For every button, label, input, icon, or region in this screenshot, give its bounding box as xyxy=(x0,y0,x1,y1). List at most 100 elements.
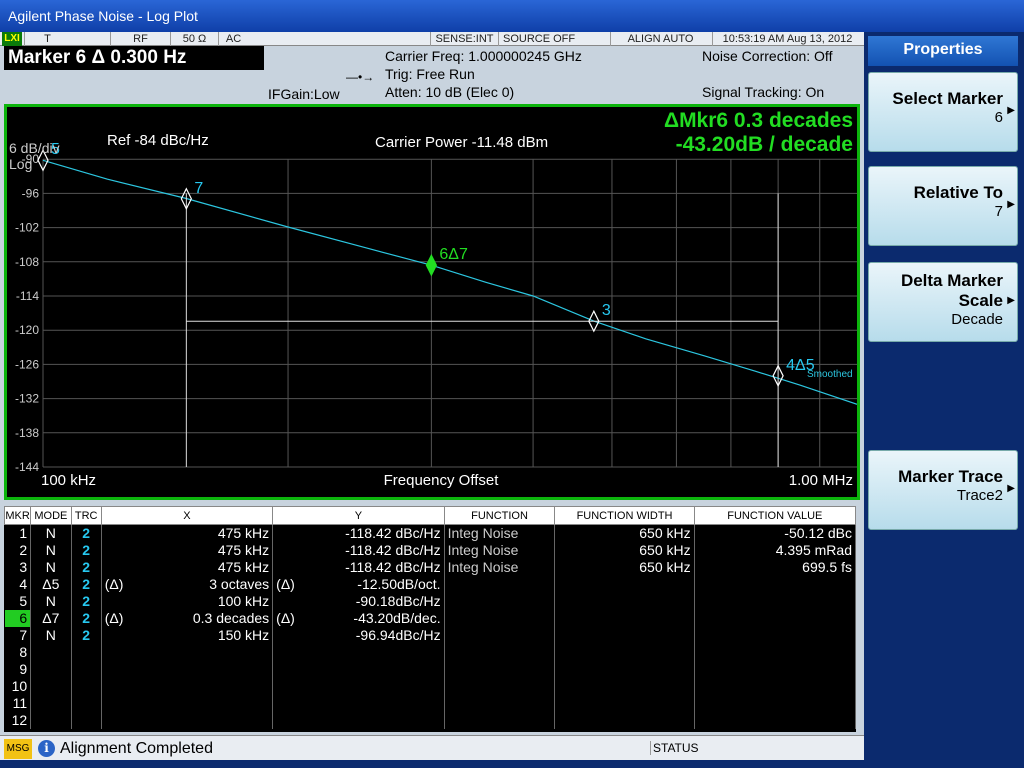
trace-2 xyxy=(42,159,857,405)
marker-function xyxy=(444,575,556,593)
table-row[interactable]: 7 N 2 150 kHz -96.94dBc/Hz xyxy=(4,626,857,644)
table-row[interactable]: 4 Δ5 2 (Δ) 3 octaves (Δ) -12.50dB/oct. xyxy=(4,575,857,593)
signal-tracking: Signal Tracking: On xyxy=(702,84,825,100)
marker-trace: 2 xyxy=(71,541,102,559)
marker-y xyxy=(272,694,445,712)
marker-function-value: 4.395 mRad xyxy=(694,541,857,559)
msg-tag[interactable]: MSG xyxy=(4,739,32,759)
marker-y xyxy=(272,677,445,695)
marker-function-width xyxy=(554,592,695,610)
marker-label: 7 xyxy=(194,180,203,197)
marker-function: Integ Noise xyxy=(444,524,556,542)
marker-x-value: 3 octaves xyxy=(209,576,270,592)
marker-function-width xyxy=(554,626,695,644)
carrier-power: Carrier Power -11.48 dBm xyxy=(375,134,548,151)
x-stop-label: 1.00 MHz xyxy=(789,472,853,489)
marker-x-value: 100 kHz xyxy=(217,593,270,609)
marker-table-body: 1 N 2 475 kHz -118.42 dBc/Hz Integ Noise 650 k… xyxy=(4,524,857,729)
table-row[interactable]: 2 N 2 475 kHz -118.42 dBc/Hz Integ Noise 650 k… xyxy=(4,541,857,559)
table-row[interactable]: 1 N 2 475 kHz -118.42 dBc/Hz Integ Noise 650 k… xyxy=(4,524,857,542)
marker-mode: N xyxy=(30,541,72,559)
table-row[interactable]: 3 N 2 475 kHz -118.42 dBc/Hz Integ Noise 650 k… xyxy=(4,558,857,576)
marker-number: 5 xyxy=(4,592,32,610)
marker-x: 150 kHz xyxy=(101,626,274,644)
message-bar: MSG i Alignment Completed STATUS xyxy=(0,735,864,760)
marker-trace xyxy=(71,694,102,712)
marker-y-value: -118.42 dBc/Hz xyxy=(345,525,441,542)
table-row[interactable]: 6 Δ7 2 (Δ) 0.3 decades (Δ) -43.20dB/dec. xyxy=(4,609,857,627)
marker-function xyxy=(444,660,556,678)
marker-trace: 2 xyxy=(71,558,102,576)
marker-y: -96.94dBc/Hz xyxy=(272,626,445,644)
y-tick-label: -96 xyxy=(22,186,40,200)
softkey-label: Delta Marker Scale xyxy=(900,271,1003,310)
marker-x-value: 0.3 decades xyxy=(192,610,270,626)
softkey-label: Relative To xyxy=(913,183,1003,202)
marker-y-delta-prefix: (Δ) xyxy=(276,610,295,626)
table-row[interactable]: 9 xyxy=(4,660,857,678)
table-row[interactable]: 8 xyxy=(4,643,857,661)
marker-table-header: MKR MODE TRC X Y FUNCTION FUNCTION WIDTH FUNCTI… xyxy=(3,506,857,525)
ref-level: Ref -84 dBc/Hz xyxy=(107,132,209,149)
sense-indicator: SENSE:INT xyxy=(430,32,498,46)
y-tick-label: -102 xyxy=(15,221,39,235)
column-header: X xyxy=(100,506,274,525)
source-indicator: SOURCE OFF xyxy=(498,32,576,46)
marker-y: (Δ) -12.50dB/oct. xyxy=(272,575,445,593)
table-row[interactable]: 11 xyxy=(4,694,857,712)
marker-function-value: -50.12 dBc xyxy=(694,524,857,542)
table-row[interactable]: 12 xyxy=(4,711,857,729)
marker-mode: N xyxy=(30,626,72,644)
attenuation: Atten: 10 dB (Elec 0) xyxy=(385,84,515,100)
marker-y-value: -43.20dB/dec. xyxy=(353,610,441,626)
table-row[interactable]: 10 xyxy=(4,677,857,695)
marker-function-width: 650 kHz xyxy=(554,558,695,576)
marker-function-value xyxy=(694,626,857,644)
marker-mode: Δ7 xyxy=(30,609,72,627)
info-icon: i xyxy=(38,740,55,757)
marker-function-width: 650 kHz xyxy=(554,541,695,559)
marker-function-value xyxy=(694,677,857,695)
coupling-indicator: AC xyxy=(218,32,248,46)
trig-mode: Trig: Free Run xyxy=(385,66,475,82)
table-row[interactable]: 5 N 2 100 kHz -90.18dBc/Hz xyxy=(4,592,857,610)
column-header: MKR xyxy=(3,506,32,525)
rf-indicator: RF xyxy=(110,32,170,46)
plot-grid xyxy=(42,158,857,468)
marker-function-width: 650 kHz xyxy=(554,524,695,542)
marker-y-value: -118.42 dBc/Hz xyxy=(345,559,441,575)
y-axis-ticks: -90-96-102-108-114-120-126-132-138-144 xyxy=(15,152,39,474)
marker-x: 475 kHz xyxy=(101,541,274,559)
plot-area[interactable]: -90 -96 -102 -108 -114 -120 -126 -132 -138 -144 5… xyxy=(4,104,860,500)
marker-number: 2 xyxy=(4,541,32,559)
marker-y-value: -90.18dBc/Hz xyxy=(355,593,441,609)
marker-trace xyxy=(71,643,102,661)
softkey-value: 7 xyxy=(994,203,1003,220)
marker-x xyxy=(101,660,274,678)
column-header: MODE xyxy=(30,506,72,525)
marker-x xyxy=(101,643,274,661)
relative-to-button[interactable]: Relative To 7 ▶ xyxy=(868,166,1018,246)
lxi-icon: LXI xyxy=(2,32,22,46)
marker-function xyxy=(444,677,556,695)
marker-x-value: 475 kHz xyxy=(217,525,270,542)
marker-trace-button[interactable]: Marker Trace Trace2 ▶ xyxy=(868,450,1018,530)
marker-y-value: -96.94dBc/Hz xyxy=(355,627,441,643)
delta-marker-scale-button[interactable]: Delta Marker Scale Decade ▶ xyxy=(868,262,1018,342)
smoothed-label: Smoothed xyxy=(807,369,853,380)
marker-label: 3 xyxy=(602,302,611,319)
marker-function: Integ Noise xyxy=(444,541,556,559)
select-marker-button[interactable]: Select Marker 6 ▶ xyxy=(868,72,1018,152)
y-tick-label: -144 xyxy=(15,460,39,474)
marker-number: 8 xyxy=(4,643,32,661)
softkey-value: Trace2 xyxy=(956,487,1003,504)
marker-number: 7 xyxy=(4,626,32,644)
delta-marker-readout-2: -43.20dB / decade xyxy=(676,133,853,156)
noise-correction: Noise Correction: Off xyxy=(702,48,833,64)
scale-label: 6 dB/div xyxy=(9,140,60,156)
x-start-label: 100 kHz xyxy=(41,472,96,489)
status-label[interactable]: STATUS xyxy=(650,741,699,755)
marker-diamond xyxy=(425,253,438,277)
x-axis-label: Frequency Offset xyxy=(384,472,500,489)
marker-function-value xyxy=(694,575,857,593)
